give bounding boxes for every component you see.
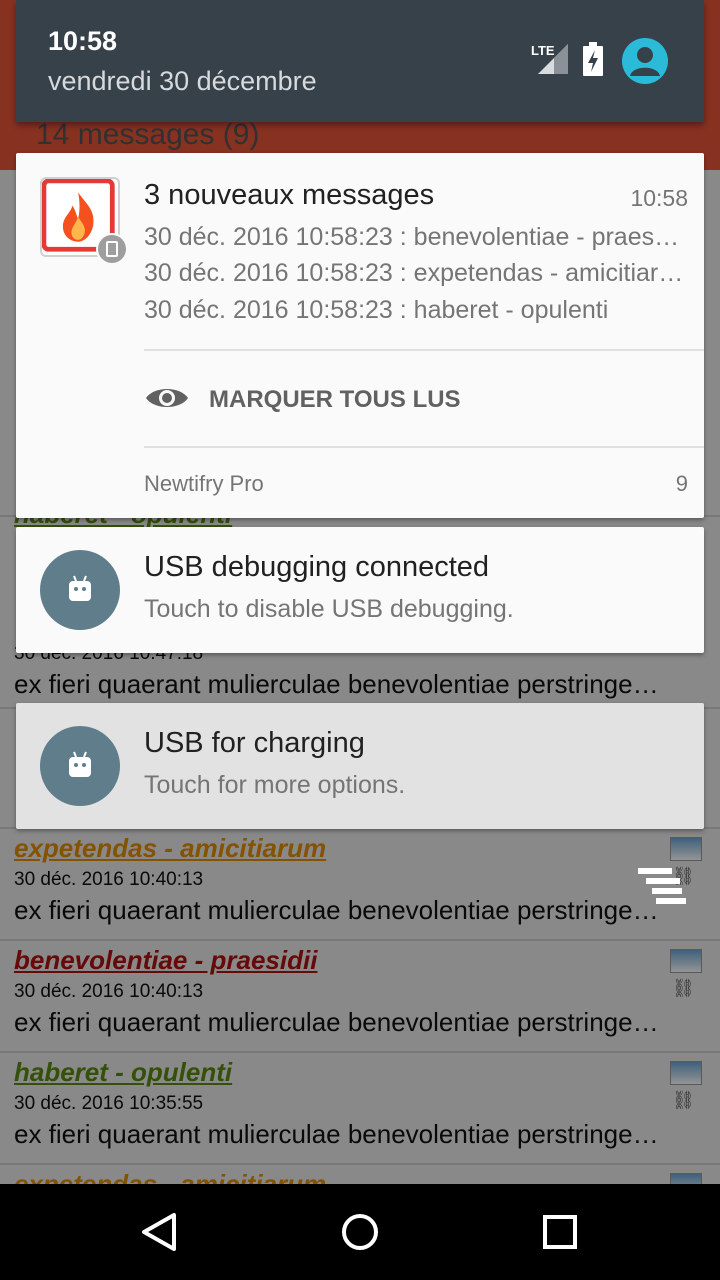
back-icon[interactable] <box>120 1202 200 1262</box>
notification-line: 30 déc. 2016 10:58:23 : expetendas - ami… <box>144 259 684 287</box>
notification-line: 30 déc. 2016 10:58:23 : benevolentiae - … <box>144 223 684 251</box>
mark-all-read-label: MARQUER TOUS LUS <box>209 386 461 413</box>
status-time: 10:58 <box>48 26 118 56</box>
usb-debugging-notification[interactable]: USB debugging connected Touch to disable… <box>16 527 704 653</box>
home-icon[interactable] <box>320 1202 400 1262</box>
notification-subtitle: Touch for more options. <box>144 771 406 799</box>
lte-signal-icon: LTE <box>531 43 568 74</box>
usb-charging-notification[interactable]: USB for charging Touch for more options. <box>16 703 704 829</box>
notification-line: 30 déc. 2016 10:58:23 : haberet - opulen… <box>144 296 609 324</box>
divider <box>144 349 704 351</box>
notification-title: 3 nouveaux messages <box>144 179 435 211</box>
user-avatar-icon[interactable] <box>622 38 668 84</box>
android-icon <box>40 550 120 630</box>
recent-apps-icon[interactable] <box>520 1202 600 1262</box>
notification-title: USB debugging connected <box>144 551 490 583</box>
notification-count: 9 <box>675 471 688 496</box>
lte-label: LTE <box>531 43 555 58</box>
mark-all-read-button[interactable]: MARQUER TOUS LUS <box>144 375 564 425</box>
notification-subtitle: Touch to disable USB debugging. <box>144 595 514 623</box>
status-date: vendredi 30 décembre <box>48 66 317 96</box>
app-badge-icon <box>96 233 128 265</box>
android-icon <box>40 726 120 806</box>
notification-title: USB for charging <box>144 727 365 759</box>
eye-icon <box>146 389 188 407</box>
navigation-bar <box>0 1184 720 1280</box>
clear-all-icon[interactable] <box>632 864 692 908</box>
quick-settings-header[interactable]: 10:58 vendredi 30 décembre LTE <box>16 0 704 122</box>
notification-app-name: Newtifry Pro <box>144 471 264 496</box>
notification-time: 10:58 <box>630 185 688 211</box>
newtifry-notification[interactable]: 3 nouveaux messages 10:58 30 déc. 2016 1… <box>16 153 704 518</box>
battery-charging-icon <box>583 42 603 76</box>
divider <box>144 446 704 448</box>
